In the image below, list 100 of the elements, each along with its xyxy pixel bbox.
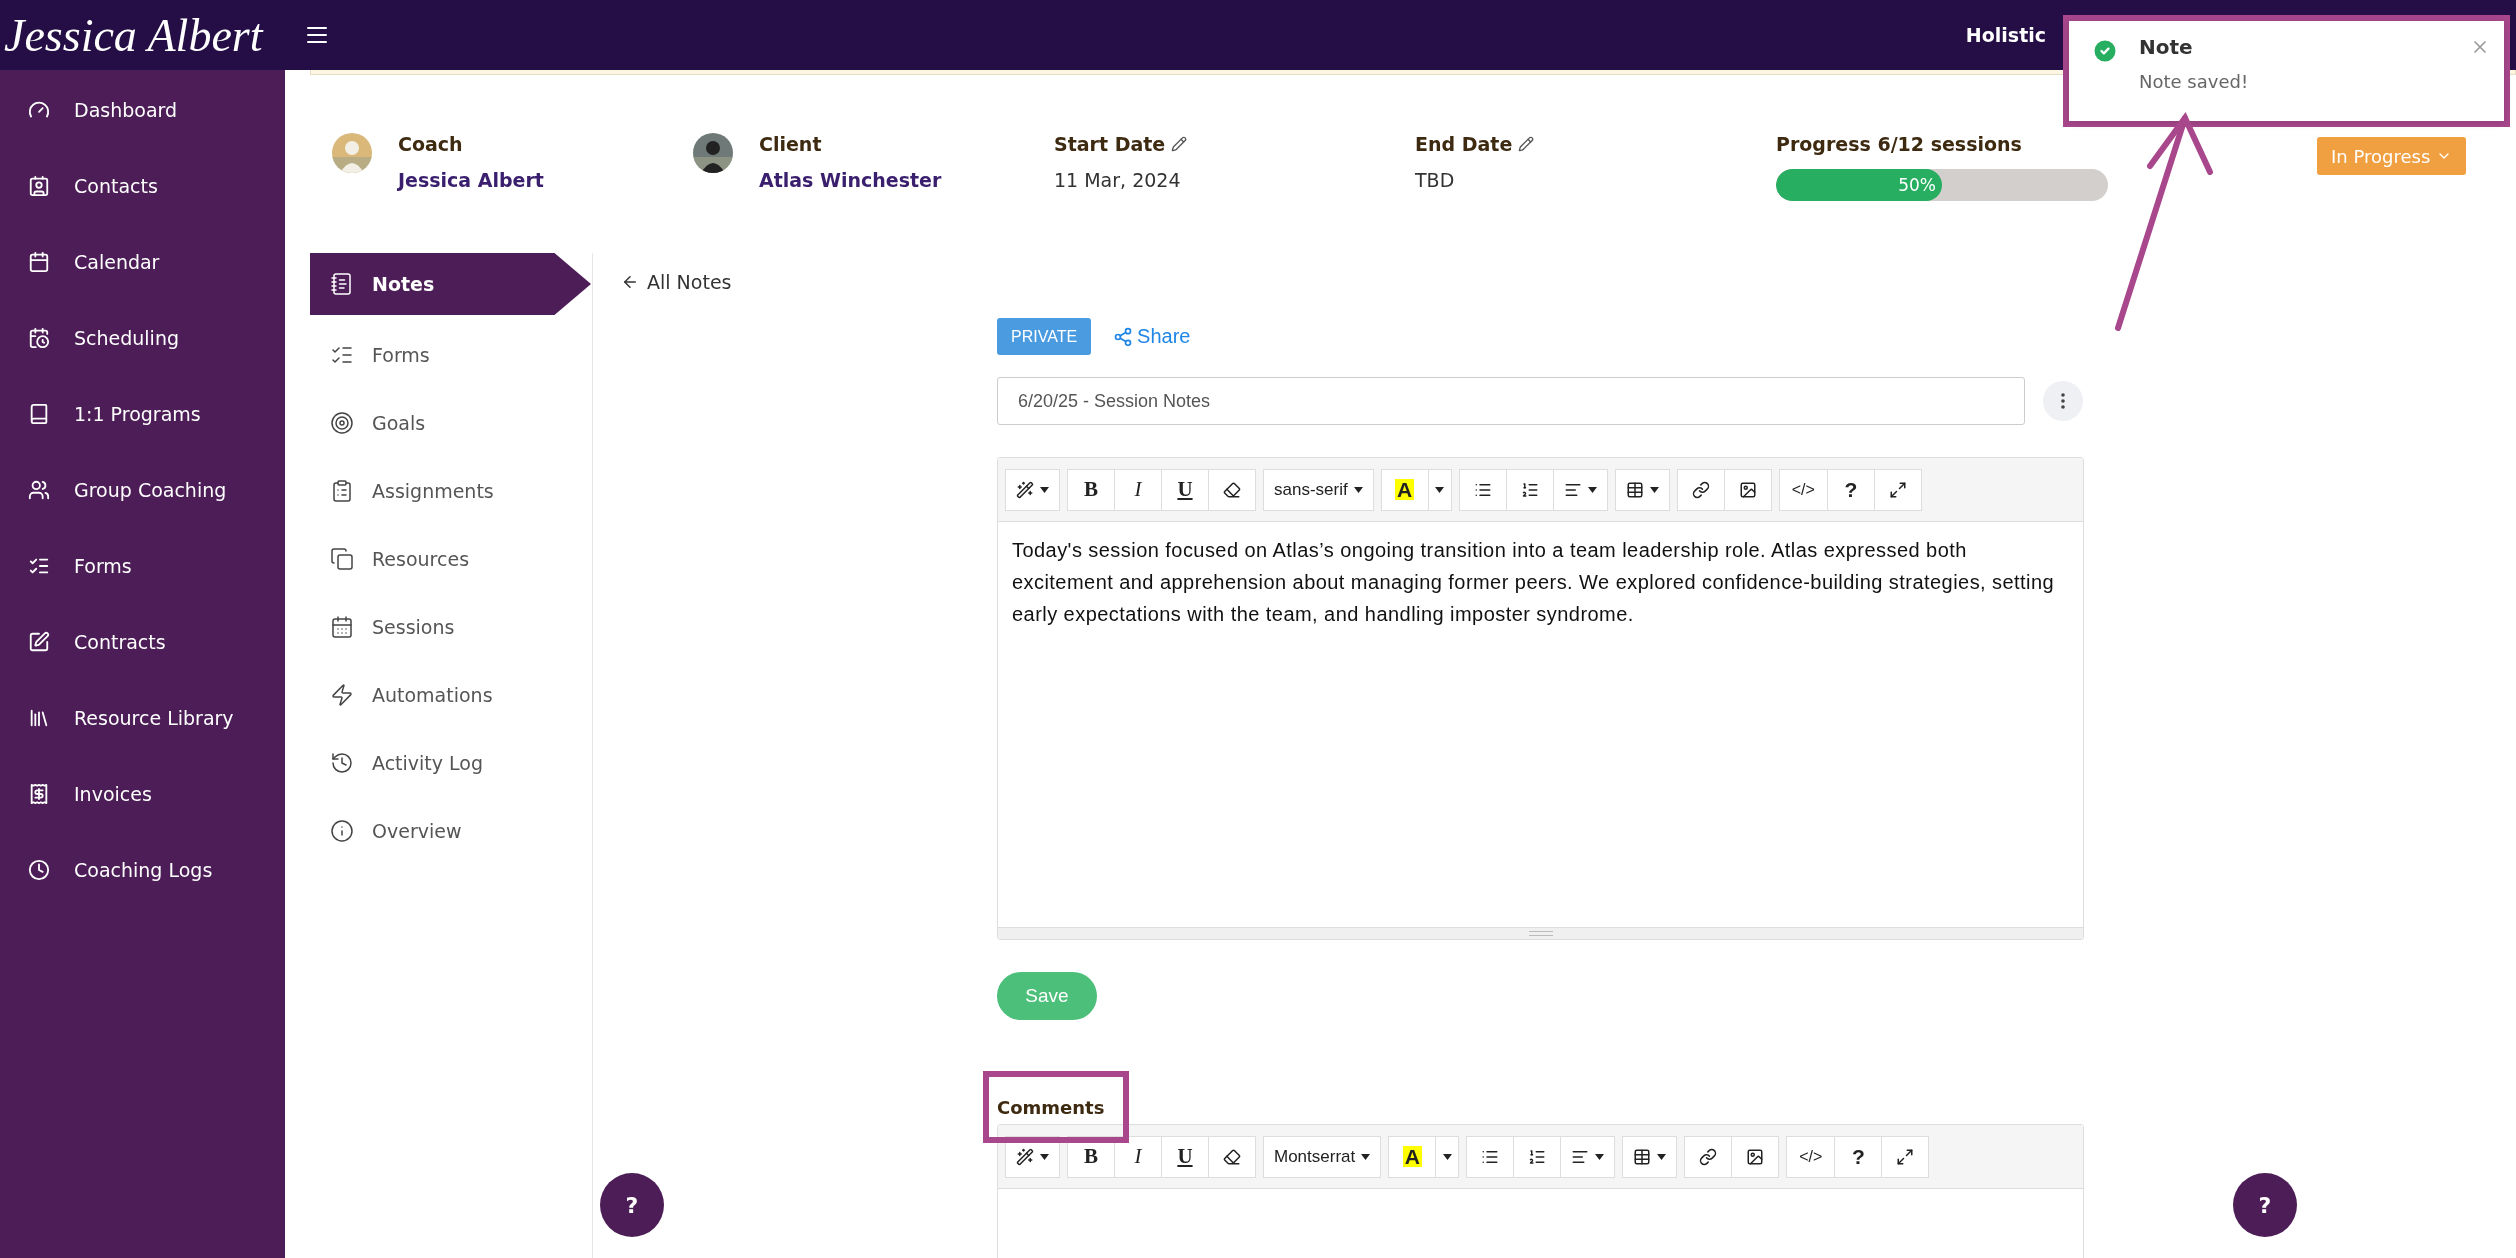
underline-button[interactable]: U xyxy=(1161,468,1209,511)
expand-button[interactable] xyxy=(1873,468,1922,511)
pencil-icon[interactable] xyxy=(1171,136,1188,152)
note-body[interactable]: Today's session focused on Atlas’s ongoing transition into a team leadership role. Atlas expressed both excitement and apprehension about managing former peers. We explored confidence-building strategies, setting early expectations with the team, and handling imposter syndrome. xyxy=(998,522,2083,927)
sidebar-item[interactable]: Resource Library xyxy=(0,680,285,756)
start-date-value: 11 Mar, 2024 xyxy=(1054,169,1182,191)
logo: Jessica Albert xyxy=(3,8,265,62)
progress-label: Progress 6/12 sessions xyxy=(1776,133,2023,155)
align-left-button[interactable] xyxy=(1560,1135,1616,1178)
code-view-button[interactable]: </> xyxy=(1786,1135,1836,1178)
text-color-button[interactable]: A xyxy=(1380,468,1429,511)
sidebar-item[interactable]: Contracts xyxy=(0,604,285,680)
link-button[interactable] xyxy=(1676,468,1725,511)
end-date-label: End Date xyxy=(1415,133,1513,155)
expand-button[interactable] xyxy=(1881,1135,1930,1178)
help-button[interactable]: ? xyxy=(1826,468,1875,511)
pencil-icon[interactable] xyxy=(1518,136,1535,152)
sidebar-item[interactable]: 1:1 Programs xyxy=(0,376,285,452)
target-icon xyxy=(330,411,354,435)
sidebar-item[interactable]: Dashboard xyxy=(0,72,285,148)
note-title-field[interactable]: 6/20/25 - Session Notes xyxy=(997,377,2025,425)
sidebar-item[interactable]: Forms xyxy=(0,528,285,604)
clock-icon xyxy=(28,859,50,881)
font-dropdown[interactable]: sans-serif xyxy=(1263,468,1374,511)
eraser-icon xyxy=(1223,1147,1241,1166)
eraser-button[interactable] xyxy=(1208,468,1256,511)
underline-button[interactable]: U xyxy=(1161,1135,1209,1178)
image-button[interactable] xyxy=(1723,468,1772,511)
table-icon xyxy=(1625,480,1644,499)
sidebar-item[interactable]: Coaching Logs xyxy=(0,832,285,908)
clipboard-icon xyxy=(330,479,354,503)
numbered-list-icon xyxy=(1520,480,1539,499)
users-icon xyxy=(28,479,50,501)
code-view-button[interactable]: </> xyxy=(1778,468,1828,511)
share-link[interactable]: Share xyxy=(1113,325,1191,348)
magic-wand-icon xyxy=(1016,1147,1034,1166)
resize-handle[interactable] xyxy=(998,927,2083,939)
subnav-item[interactable]: Goals xyxy=(310,389,560,457)
magic-wand-button[interactable] xyxy=(1005,468,1060,511)
italic-button[interactable]: I xyxy=(1114,468,1162,511)
sidebar-item[interactable]: Group Coaching xyxy=(0,452,285,528)
start-date-label: Start Date xyxy=(1054,133,1166,155)
font-dropdown[interactable]: Montserrat xyxy=(1263,1135,1382,1178)
subnav-item[interactable]: Automations xyxy=(310,661,560,729)
magic-wand-icon xyxy=(1016,480,1034,499)
expand-icon xyxy=(1896,1147,1915,1166)
client-name: Atlas Winchester xyxy=(759,169,942,191)
subnav-item[interactable]: Forms xyxy=(310,321,560,389)
progress-reading: 50% xyxy=(1898,175,1936,195)
book-icon xyxy=(28,403,50,425)
notepad-icon xyxy=(330,272,354,296)
coach-label: Coach xyxy=(398,133,464,155)
help-button[interactable]: ? xyxy=(2233,1173,2297,1237)
italic-button[interactable]: I xyxy=(1114,1135,1162,1178)
history-icon xyxy=(330,751,354,775)
subnav-item[interactable]: Overview xyxy=(310,797,560,865)
eraser-icon xyxy=(1223,480,1241,499)
subnav-item[interactable]: Activity Log xyxy=(310,729,560,797)
coach-name: Jessica Albert xyxy=(398,169,544,191)
pen-icon xyxy=(28,631,50,653)
subnav-item[interactable]: Resources xyxy=(310,525,560,593)
more-icon xyxy=(2061,393,2065,409)
color-dropdown[interactable] xyxy=(1427,468,1452,511)
help-button[interactable]: ? xyxy=(600,1173,664,1237)
more-options-button[interactable] xyxy=(2043,381,2083,421)
pages-icon xyxy=(330,547,354,571)
sidebar-item[interactable]: Calendar xyxy=(0,224,285,300)
subnav-item[interactable]: Notes xyxy=(310,253,591,315)
organization-name: Holistic xyxy=(1965,24,2046,46)
eraser-button[interactable] xyxy=(1208,1135,1256,1178)
image-icon xyxy=(1738,480,1757,499)
sidebar-item[interactable]: Contacts xyxy=(0,148,285,224)
image-button[interactable] xyxy=(1731,1135,1780,1178)
calendar-icon xyxy=(330,615,354,639)
table-button[interactable] xyxy=(1614,468,1670,511)
help-button[interactable]: ? xyxy=(1834,1135,1883,1178)
image-icon xyxy=(1746,1147,1765,1166)
link-button[interactable] xyxy=(1684,1135,1733,1178)
lightning-icon xyxy=(330,683,354,707)
end-date-value: TBD xyxy=(1415,169,1456,191)
text-color-button[interactable]: A xyxy=(1388,1135,1437,1178)
subnav-item[interactable]: Sessions xyxy=(310,593,560,661)
back-link[interactable]: All Notes xyxy=(621,271,732,293)
sidebar-item[interactable]: Invoices xyxy=(0,756,285,832)
bullet-list-button[interactable] xyxy=(1458,468,1507,511)
toast-message: Note saved! xyxy=(2139,71,2249,92)
subnav-item[interactable]: Assignments xyxy=(310,457,560,525)
caret-icon xyxy=(1442,1153,1452,1160)
table-button[interactable] xyxy=(1622,1135,1678,1178)
color-dropdown[interactable] xyxy=(1435,1135,1460,1178)
align-left-button[interactable] xyxy=(1552,468,1608,511)
numbered-list-button[interactable] xyxy=(1505,468,1554,511)
numbered-list-button[interactable] xyxy=(1513,1135,1562,1178)
calendar-icon xyxy=(28,251,50,273)
books-icon xyxy=(28,707,50,729)
comments-heading: Comments xyxy=(997,1096,1105,1118)
bold-button[interactable]: B xyxy=(1067,468,1115,511)
bullet-list-button[interactable] xyxy=(1466,1135,1515,1178)
sidebar-item[interactable]: Scheduling xyxy=(0,300,285,376)
caret-icon xyxy=(1435,486,1445,493)
